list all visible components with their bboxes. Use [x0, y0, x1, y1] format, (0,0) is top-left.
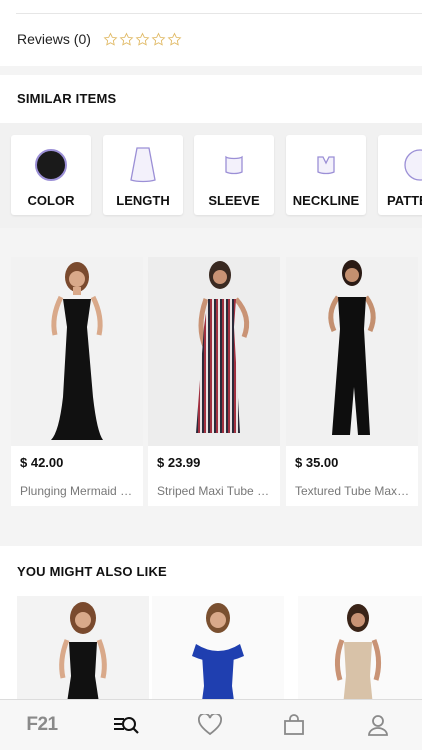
neckline-icon: [306, 145, 346, 185]
filter-neckline[interactable]: NECKLINE: [286, 135, 366, 215]
skirt-length-icon: [123, 145, 163, 185]
heart-icon: [198, 714, 222, 736]
product-image: [286, 257, 418, 446]
reviews-label: Reviews (0): [17, 31, 91, 47]
product-name: Striped Maxi Tube Dress: [157, 484, 272, 498]
color-swatch-icon: [31, 145, 71, 185]
product-card[interactable]: $ 23.99 Striped Maxi Tube Dress: [148, 257, 280, 506]
filter-label: COLOR: [27, 193, 75, 208]
similar-items-header: SIMILAR ITEMS: [0, 75, 422, 123]
shopping-bag-icon: [284, 714, 304, 735]
tab-bag[interactable]: [264, 700, 324, 750]
product-image: [11, 257, 143, 446]
pattern-icon: [400, 145, 422, 185]
star-icon: [103, 32, 118, 46]
filter-length[interactable]: LENGTH: [103, 135, 183, 215]
product-card[interactable]: $ 42.00 Plunging Mermaid Maxi Dress: [11, 257, 143, 506]
bottom-tab-bar: F21: [0, 699, 422, 750]
filter-pattern[interactable]: PATTERN: [378, 135, 422, 215]
section-title: SIMILAR ITEMS: [17, 91, 117, 106]
product-price: $ 42.00: [20, 455, 64, 470]
reviews-row[interactable]: Reviews (0): [17, 31, 182, 47]
star-icon: [119, 32, 134, 46]
tab-search-browse[interactable]: [96, 700, 156, 750]
filter-sleeve[interactable]: SLEEVE: [194, 135, 274, 215]
divider: [16, 13, 422, 14]
filter-label: LENGTH: [116, 193, 170, 208]
recommended-product-image[interactable]: [298, 596, 422, 716]
star-icon: [167, 32, 182, 46]
section-title: YOU MIGHT ALSO LIKE: [17, 564, 167, 579]
similar-filters: COLOR LENGTH SLEEVE NECKLINE PATTERN: [0, 123, 422, 228]
f21-logo: F21: [26, 714, 58, 735]
star-icon: [151, 32, 166, 46]
product-name: Textured Tube Maxi Dress: [295, 484, 410, 498]
product-card[interactable]: $ 35.00 Textured Tube Maxi Dress: [286, 257, 418, 506]
filter-color[interactable]: COLOR: [11, 135, 91, 215]
filter-label: SLEEVE: [208, 193, 260, 208]
account-icon: [368, 715, 388, 736]
product-name: Plunging Mermaid Maxi Dress: [20, 484, 135, 498]
filter-label: PATTERN: [387, 193, 422, 208]
tab-home[interactable]: F21: [12, 700, 72, 750]
tab-favorites[interactable]: [180, 700, 240, 750]
search-browse-icon: [114, 717, 139, 734]
tab-account[interactable]: [348, 700, 408, 750]
reviews-section: Reviews (0): [0, 0, 422, 66]
recommended-product-image[interactable]: [152, 596, 284, 716]
product-image: [148, 257, 280, 446]
filter-label: NECKLINE: [292, 193, 360, 208]
recommended-product-image[interactable]: [17, 596, 149, 716]
star-icon: [135, 32, 150, 46]
product-price: $ 35.00: [295, 455, 339, 470]
rating-stars: [103, 32, 182, 47]
similar-products-carousel: $ 42.00 Plunging Mermaid Maxi Dress: [0, 229, 422, 534]
sleeve-icon: [214, 145, 254, 185]
product-price: $ 23.99: [157, 455, 201, 470]
